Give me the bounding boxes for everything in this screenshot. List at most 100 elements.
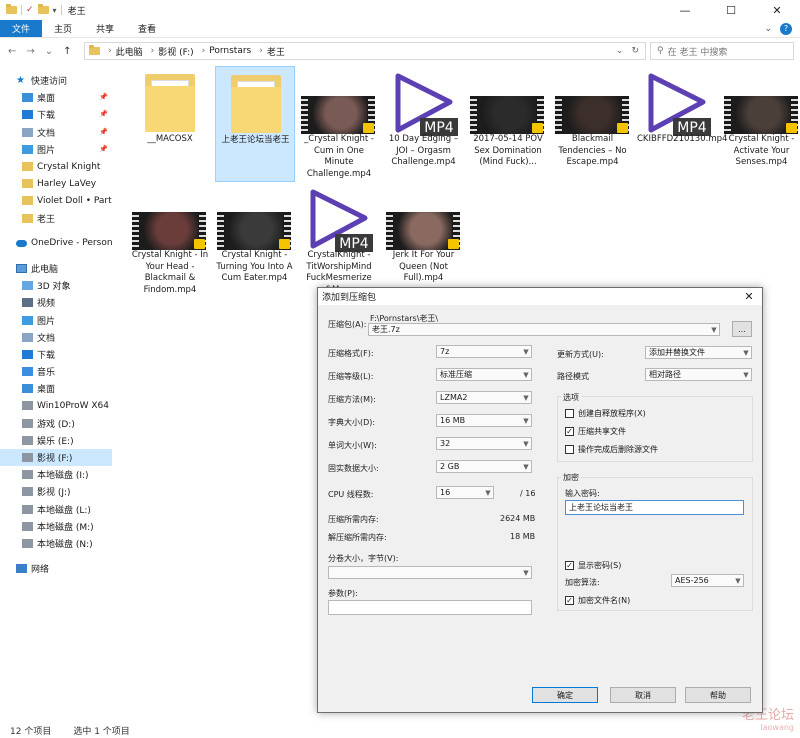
method-combo[interactable]: LZMA2 ▼ xyxy=(436,391,532,404)
parameters-input[interactable] xyxy=(328,600,532,615)
sidebar-item-pc-11[interactable]: 本地磁盘 (I:) xyxy=(0,466,112,483)
tab-home[interactable]: 主页 xyxy=(42,20,84,37)
sidebar-item-quick-3[interactable]: 图片 📌 xyxy=(0,141,112,158)
back-arrow-icon[interactable]: ← xyxy=(8,46,16,57)
breadcrumb-pornstars[interactable]: Pornstars xyxy=(209,46,251,56)
sidebar-item-quick-1[interactable]: 下载 📌 xyxy=(0,106,112,123)
expand-ribbon-icon[interactable]: ⌄ xyxy=(764,24,772,34)
encrypt-filenames-checkbox[interactable]: ✓ 加密文件名(N) xyxy=(565,595,630,606)
new-folder-icon[interactable] xyxy=(37,4,49,14)
sidebar-item-quick-7[interactable]: 老王 xyxy=(0,210,112,227)
dictionary-combo[interactable]: 16 MB ▼ xyxy=(436,414,532,427)
sidebar-item-label: 本地磁盘 (M:) xyxy=(37,522,94,533)
sidebar-item-onedrive[interactable]: OneDrive - Persona xyxy=(0,235,112,252)
split-volume-combo[interactable]: ▼ xyxy=(328,566,532,579)
dialog-close-button[interactable]: ✕ xyxy=(736,290,762,303)
refresh-icon[interactable]: ↻ xyxy=(631,46,639,56)
sidebar-item-pc-8[interactable]: 游戏 (D:) xyxy=(0,415,112,432)
breadcrumb-drive[interactable]: 影视 (F:) xyxy=(158,45,193,58)
sidebar-item-quick-5[interactable]: Harley LaVey xyxy=(0,175,112,192)
path-mode-combo[interactable]: 相对路径 ▼ xyxy=(645,368,752,381)
navigation-bar: ← → ⌄ ↑ › 此电脑 › 影视 (F:) › Pornstars › 老王… xyxy=(0,40,800,62)
sidebar-item-pc-0[interactable]: 3D 对象 xyxy=(0,277,112,294)
show-password-checkbox[interactable]: ✓ 显示密码(S) xyxy=(565,560,621,571)
word-size-value: 32 xyxy=(440,439,451,448)
sidebar-item-quick-6[interactable]: Violet Doll • Part 2 xyxy=(0,192,112,209)
sidebar-item-this-pc[interactable]: 此电脑 xyxy=(0,260,112,277)
file-item[interactable]: _Crystal Knight - Cum in One Minute Chal… xyxy=(299,66,379,182)
cancel-button[interactable]: 取消 xyxy=(610,687,676,703)
folder-icon xyxy=(22,162,33,172)
file-item[interactable]: 上老王论坛当老王 xyxy=(214,66,295,182)
file-item[interactable]: Blackmail Tendencies – No Escape.mp4 xyxy=(553,66,633,182)
archive-name-combo[interactable]: 老王.7z ▼ xyxy=(368,323,720,336)
file-item[interactable]: Jerk It For Your Queen (Not Full).mp4 xyxy=(384,182,464,298)
delete-after-checkbox[interactable]: 操作完成后删除源文件 xyxy=(565,444,658,455)
chevron-down-icon: ▼ xyxy=(711,325,717,334)
file-item[interactable]: MP4 CrystalKnight - TitWorshipMind FuckMe… xyxy=(299,182,379,298)
sidebar-item-pc-13[interactable]: 本地磁盘 (L:) xyxy=(0,501,112,518)
file-item[interactable]: Crystal Knight - Activate Your Senses.mp… xyxy=(722,66,800,182)
compress-shared-checkbox[interactable]: ✓ 压缩共享文件 xyxy=(565,426,626,437)
dropdown-icon[interactable]: ⌄ xyxy=(616,46,624,56)
close-button[interactable]: ✕ xyxy=(754,0,800,20)
up-arrow-icon[interactable]: ↑ xyxy=(63,46,71,57)
music-icon xyxy=(22,367,33,377)
tab-file[interactable]: 文件 xyxy=(0,20,43,37)
file-item[interactable]: __MACOSX xyxy=(130,66,210,182)
cpu-threads-combo[interactable]: 16 ▼ xyxy=(436,486,494,499)
sidebar-item-label: 桌面 xyxy=(37,94,56,105)
format-combo[interactable]: 7z ▼ xyxy=(436,345,532,358)
help-icon[interactable]: ? xyxy=(780,22,792,35)
sidebar-item-quick-4[interactable]: Crystal Knight xyxy=(0,158,112,175)
sidebar-item-network[interactable]: 网络 xyxy=(0,560,112,577)
sidebar-item-pc-5[interactable]: 音乐 xyxy=(0,363,112,380)
sidebar-item-pc-10[interactable]: 影视 (F:) xyxy=(0,448,112,467)
file-item[interactable]: Crystal Knight - In Your Head - Blackmai… xyxy=(130,182,210,298)
browse-button[interactable]: ... xyxy=(732,321,752,337)
tab-view[interactable]: 查看 xyxy=(126,20,168,37)
sidebar-item-pc-4[interactable]: 下载 xyxy=(0,346,112,363)
file-name: 2017-05-14 POV Sex Domination (Mind Fuck… xyxy=(473,134,543,167)
sidebar-item-pc-12[interactable]: 影视 (J:) xyxy=(0,483,112,500)
ok-button[interactable]: 确定 xyxy=(532,687,598,703)
video-thumbnail xyxy=(132,212,206,250)
sidebar-item-pc-7[interactable]: Win10ProW X64 (C xyxy=(0,397,112,414)
file-item[interactable]: MP4 10 Day Edging – JOI – Orgasm Challeng… xyxy=(384,66,464,182)
minimize-button[interactable]: — xyxy=(662,0,708,20)
password-input[interactable]: 上老王论坛当老王 xyxy=(565,500,744,515)
address-bar[interactable]: › 此电脑 › 影视 (F:) › Pornstars › 老王 ⌄ ↻ xyxy=(84,42,646,60)
download-icon xyxy=(22,349,33,359)
search-box[interactable]: ⚲ 在 老王 中搜索 xyxy=(650,42,794,60)
sidebar-item-pc-2[interactable]: 图片 xyxy=(0,311,112,328)
file-item[interactable]: 2017-05-14 POV Sex Domination (Mind Fuck… xyxy=(468,66,548,182)
sidebar-item-pc-6[interactable]: 桌面 xyxy=(0,380,112,397)
encryption-method-combo[interactable]: AES-256 ▼ xyxy=(671,574,744,587)
word-size-combo[interactable]: 32 ▼ xyxy=(436,437,532,450)
properties-icon[interactable]: ✓ xyxy=(26,5,34,15)
file-item[interactable]: Crystal Knight - Turning You Into A Cum … xyxy=(215,182,295,298)
sidebar-item-quick-2[interactable]: 文档 📌 xyxy=(0,124,112,141)
create-sfx-checkbox[interactable]: 创建自释放程序(X) xyxy=(565,408,646,419)
file-name: Crystal Knight - In Your Head - Blackmai… xyxy=(131,250,209,295)
update-mode-combo[interactable]: 添加并替换文件 ▼ xyxy=(645,346,752,359)
solid-block-combo[interactable]: 2 GB ▼ xyxy=(436,460,532,473)
sidebar-item-pc-14[interactable]: 本地磁盘 (M:) xyxy=(0,518,112,535)
tab-share[interactable]: 共享 xyxy=(84,20,126,37)
level-combo[interactable]: 标准压缩 ▼ xyxy=(436,368,532,381)
sidebar-item-pc-1[interactable]: 视频 xyxy=(0,294,112,311)
sidebar-item-pc-3[interactable]: 文档 xyxy=(0,329,112,346)
recent-locations-icon[interactable]: ⌄ xyxy=(45,46,53,57)
sidebar-item-pc-9[interactable]: 娱乐 (E:) xyxy=(0,432,112,449)
sidebar-item-quick-0[interactable]: 桌面 📌 xyxy=(0,89,112,106)
breadcrumb-current[interactable]: 老王 xyxy=(267,45,285,58)
sidebar-item-pc-15[interactable]: 本地磁盘 (N:) xyxy=(0,535,112,552)
forward-arrow-icon[interactable]: → xyxy=(26,46,34,57)
maximize-button[interactable]: ☐ xyxy=(708,0,754,20)
sidebar-item-quick-access[interactable]: ★ 快速访问 xyxy=(0,72,112,89)
file-item[interactable]: MP4 CKIBFFD210130.mp4 xyxy=(637,66,727,182)
dialog-title: 添加到压缩包 xyxy=(322,293,377,303)
customize-toolbar-icon[interactable]: ▾ xyxy=(53,6,57,15)
help-button[interactable]: 帮助 xyxy=(685,687,751,703)
breadcrumb-this-pc[interactable]: 此电脑 xyxy=(116,45,143,58)
